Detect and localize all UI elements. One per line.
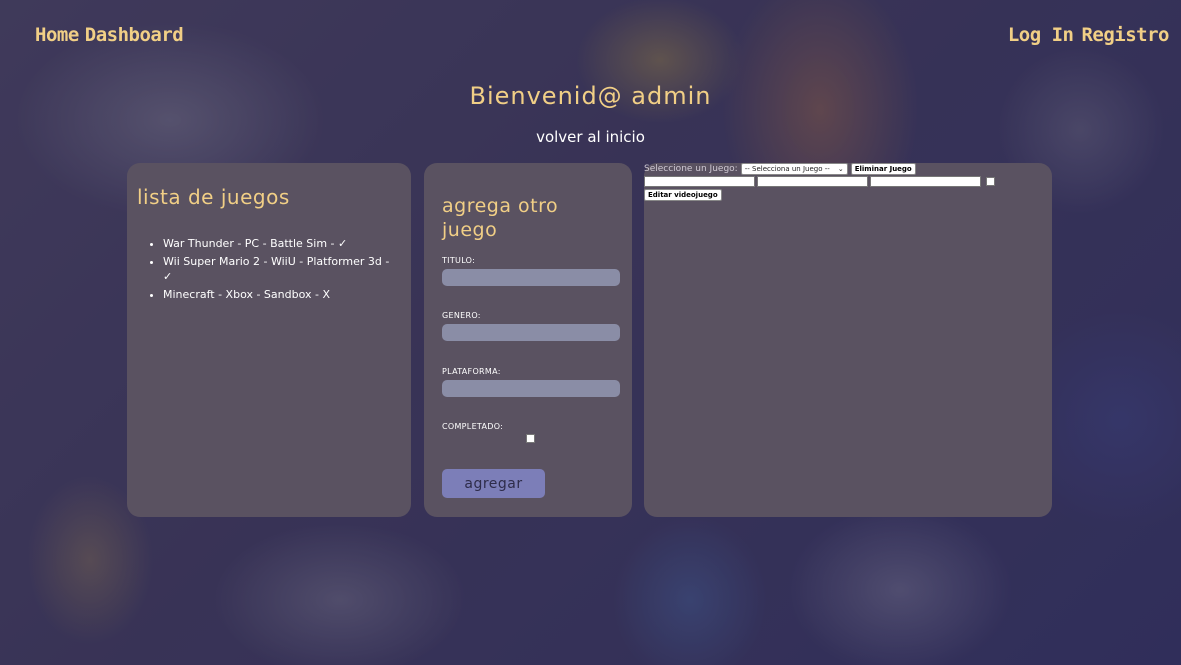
edit-completed-checkbox[interactable]	[986, 177, 995, 186]
back-home-link[interactable]: volver al inicio	[0, 128, 1181, 146]
nav-login-link[interactable]: Log In	[1008, 24, 1074, 46]
genre-label: GENERO:	[442, 311, 481, 320]
game-select[interactable]: -- Selecciona un Juego -- ⌄	[740, 163, 848, 175]
add-game-panel: agrega otro juego TITULO: GENERO: PLATAF…	[424, 163, 632, 517]
list-item: Wii Super Mario 2 - WiiU - Platformer 3d…	[163, 254, 401, 284]
nav-register-link[interactable]: Registro	[1081, 24, 1169, 46]
genre-input[interactable]	[442, 324, 620, 341]
page-title: Bienvenid@ admin	[469, 82, 712, 110]
chevron-down-icon: ⌄	[837, 165, 844, 173]
platform-label: PLATAFORMA:	[442, 367, 501, 376]
title-label: TITULO:	[442, 256, 476, 265]
nav-right: Log In Registro	[1008, 24, 1170, 46]
game-list-heading: lista de juegos	[137, 185, 290, 209]
edit-title-input[interactable]	[644, 176, 755, 187]
edit-game-panel: Seleccione un Juego: -- Selecciona un Ju…	[644, 163, 1052, 517]
nav-left: Home Dashboard	[35, 24, 184, 46]
game-list: War Thunder - PC - Battle Sim - ✓ Wii Su…	[137, 236, 401, 305]
platform-input[interactable]	[442, 380, 620, 397]
delete-game-button[interactable]: Eliminar Juego	[850, 163, 916, 175]
game-list-panel: lista de juegos War Thunder - PC - Battl…	[127, 163, 411, 517]
completed-checkbox[interactable]	[526, 434, 535, 443]
title-input[interactable]	[442, 269, 620, 286]
completed-label: COMPLETADO:	[442, 422, 504, 431]
nav-dashboard-link[interactable]: Dashboard	[85, 24, 184, 46]
edit-genre-input[interactable]	[757, 176, 868, 187]
list-item: War Thunder - PC - Battle Sim - ✓	[163, 236, 401, 251]
list-item: Minecraft - Xbox - Sandbox - X	[163, 287, 401, 302]
edit-game-button[interactable]: Editar videojuego	[644, 189, 722, 201]
nav-home-link[interactable]: Home	[35, 24, 79, 46]
edit-platform-input[interactable]	[870, 176, 981, 187]
game-select-value: -- Selecciona un Juego --	[744, 165, 830, 173]
add-game-heading: agrega otro juego	[442, 195, 559, 241]
select-game-row: Seleccione un Juego: -- Selecciona un Ju…	[644, 163, 916, 175]
add-game-button[interactable]: agregar	[442, 469, 545, 498]
select-game-label: Seleccione un Juego:	[644, 164, 738, 174]
